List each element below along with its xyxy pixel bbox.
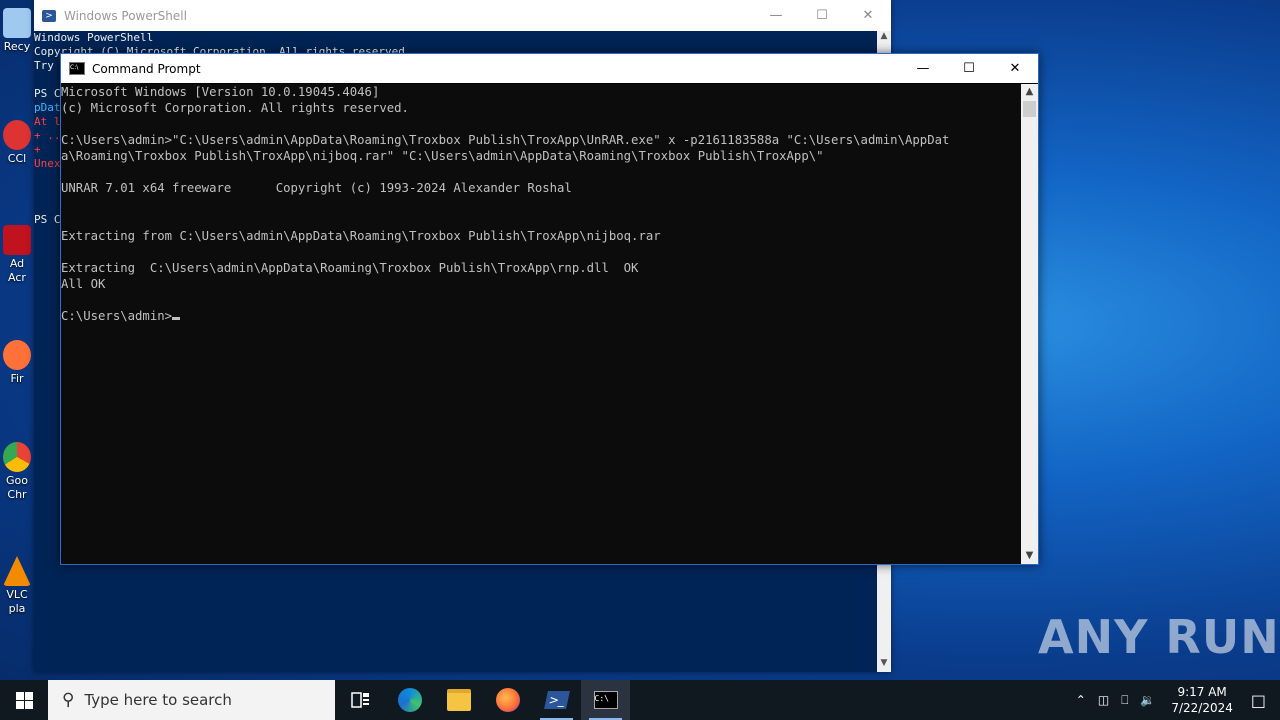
minimize-button[interactable]: — bbox=[753, 0, 799, 31]
edge-icon bbox=[397, 688, 422, 712]
connection-icon[interactable]: ⎕ bbox=[1121, 693, 1128, 708]
ccleaner-icon bbox=[3, 120, 31, 150]
cmd-titlebar[interactable]: C:\ Command Prompt — ☐ ✕ bbox=[61, 54, 1038, 83]
text-cursor bbox=[172, 317, 181, 320]
console-line: Windows PowerShell bbox=[34, 31, 154, 44]
console-line: All OK bbox=[61, 277, 106, 291]
maximize-button[interactable]: ☐ bbox=[799, 0, 845, 31]
desktop-icon-chrome[interactable]: Goo Chr bbox=[0, 442, 34, 502]
taskbar: ⚲ Type here to search >_ C:\ ⌃ ◫ ⎕ 🔉 9:1… bbox=[0, 680, 1280, 720]
search-placeholder: Type here to search bbox=[84, 691, 232, 709]
console-line: C:\Users\admin>"C:\Users\admin\AppData\R… bbox=[61, 133, 950, 147]
taskbar-powershell[interactable]: >_ bbox=[532, 680, 581, 720]
scroll-up-icon[interactable]: ▲ bbox=[1021, 84, 1038, 100]
minimize-icon: — bbox=[916, 61, 930, 76]
maximize-icon: ☐ bbox=[816, 8, 828, 23]
cmd-icon: C:\ bbox=[593, 691, 618, 709]
cmd-window[interactable]: C:\ Command Prompt — ☐ ✕ Microsoft Windo… bbox=[60, 53, 1039, 565]
maximize-button[interactable]: ☐ bbox=[946, 54, 992, 83]
console-line: a\Roaming\Troxbox Publish\TroxApp\nijboq… bbox=[61, 149, 824, 163]
chevron-up-icon[interactable]: ⌃ bbox=[1076, 693, 1086, 707]
powershell-titlebar[interactable]: > Windows PowerShell — ☐ ✕ bbox=[34, 0, 891, 31]
scroll-thumb[interactable] bbox=[1023, 101, 1036, 117]
taskbar-edge[interactable] bbox=[385, 680, 434, 720]
powershell-icon: > bbox=[42, 9, 56, 22]
folder-icon bbox=[446, 689, 471, 711]
clock-time: 9:17 AM bbox=[1177, 685, 1227, 699]
anyrun-watermark: ANY RUN bbox=[1038, 610, 1280, 664]
firefox-icon bbox=[3, 340, 31, 370]
acrobat-icon bbox=[3, 225, 31, 255]
maximize-icon: ☐ bbox=[963, 61, 975, 76]
task-view-button[interactable] bbox=[336, 680, 385, 720]
close-icon: ✕ bbox=[1009, 61, 1021, 76]
system-tray: ⌃ ◫ ⎕ 🔉 9:17 AM 7/22/2024 □ bbox=[1070, 680, 1280, 720]
task-view-icon bbox=[350, 692, 369, 708]
vlc-icon bbox=[3, 556, 31, 586]
prompt: C:\Users\admin> bbox=[61, 309, 173, 323]
desktop-icon-ccleaner[interactable]: CCl bbox=[0, 120, 34, 166]
close-icon: ✕ bbox=[862, 8, 874, 23]
console-line: Extracting C:\Users\admin\AppData\Roamin… bbox=[61, 261, 639, 275]
taskbar-firefox[interactable] bbox=[483, 680, 532, 720]
prompt-line[interactable]: C:\Users\admin> bbox=[61, 308, 1021, 324]
notification-icon[interactable]: □ bbox=[1251, 691, 1266, 710]
cmd-console[interactable]: Microsoft Windows [Version 10.0.19045.40… bbox=[61, 84, 1021, 564]
scroll-down-icon[interactable]: ▼ bbox=[1021, 548, 1038, 564]
desktop-icon-recycle-bin[interactable]: Recy bbox=[0, 8, 34, 54]
search-icon: ⚲ bbox=[62, 690, 75, 710]
desktop-icon-acrobat[interactable]: Ad Acr bbox=[0, 225, 34, 285]
console-line: Microsoft Windows [Version 10.0.19045.40… bbox=[61, 85, 380, 99]
start-button[interactable] bbox=[0, 680, 48, 720]
cmd-title: Command Prompt bbox=[92, 61, 201, 76]
network-icon[interactable]: ◫ bbox=[1098, 693, 1109, 707]
volume-icon[interactable]: 🔉 bbox=[1140, 693, 1155, 707]
taskbar-file-explorer[interactable] bbox=[434, 680, 483, 720]
taskbar-search-box[interactable]: ⚲ Type here to search bbox=[48, 680, 335, 720]
cmd-icon: C:\ bbox=[69, 62, 85, 75]
minimize-button[interactable]: — bbox=[900, 54, 946, 83]
cmd-scrollbar[interactable]: ▲ ▼ bbox=[1021, 84, 1038, 564]
scroll-down-icon[interactable]: ▼ bbox=[877, 658, 891, 672]
console-line: Extracting from C:\Users\admin\AppData\R… bbox=[61, 229, 661, 243]
close-button[interactable]: ✕ bbox=[992, 54, 1038, 83]
clock-date: 7/22/2024 bbox=[1171, 701, 1233, 715]
close-button[interactable]: ✕ bbox=[845, 0, 891, 31]
minimize-icon: — bbox=[769, 8, 783, 23]
chrome-icon bbox=[3, 442, 31, 472]
powershell-icon: >_ bbox=[543, 691, 570, 709]
clock[interactable]: 9:17 AM 7/22/2024 bbox=[1171, 684, 1233, 716]
console-line: (c) Microsoft Corporation. All rights re… bbox=[61, 101, 409, 115]
firefox-icon bbox=[495, 688, 520, 712]
console-line: UNRAR 7.01 x64 freeware Copyright (c) 19… bbox=[61, 181, 572, 195]
desktop-icon-vlc[interactable]: VLC pla bbox=[0, 556, 34, 616]
windows-logo-icon bbox=[15, 691, 33, 709]
desktop-icon-firefox[interactable]: Fir bbox=[0, 340, 34, 386]
scroll-up-icon[interactable]: ▲ bbox=[877, 31, 891, 45]
recycle-bin-icon bbox=[3, 8, 31, 38]
taskbar-command-prompt[interactable]: C:\ bbox=[581, 680, 630, 720]
powershell-title: Windows PowerShell bbox=[64, 8, 187, 23]
